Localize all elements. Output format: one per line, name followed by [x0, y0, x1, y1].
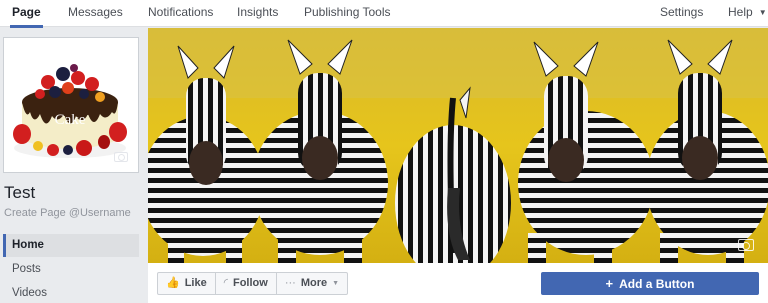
cover-photo[interactable] [148, 28, 768, 263]
zebra-cover-image [148, 28, 768, 263]
like-label: Like [184, 277, 207, 289]
sidebar-item-home[interactable]: Home [3, 234, 139, 257]
page-action-buttons: 👍 Like ◜ Follow ··· More ▼ [157, 272, 349, 295]
left-column: Cake Test Create Page @Username Home Pos… [0, 28, 148, 303]
follow-button[interactable]: ◜ Follow [214, 273, 276, 294]
cake-label: Cake [55, 112, 86, 128]
create-username-link[interactable]: Create Page @Username [4, 207, 131, 219]
settings-link[interactable]: Settings [660, 0, 703, 27]
help-menu[interactable]: Help ▼ [728, 0, 767, 27]
add-button-label: Add a Button [619, 277, 695, 291]
sidebar-item-posts[interactable]: Posts [3, 258, 139, 281]
cake-image: Cake [8, 42, 134, 168]
camera-icon[interactable] [738, 239, 754, 251]
tab-publishing-tools[interactable]: Publishing Tools [304, 0, 391, 27]
follow-label: Follow [232, 277, 268, 289]
tab-insights[interactable]: Insights [237, 0, 278, 27]
camera-icon[interactable] [114, 152, 128, 162]
page-name[interactable]: Test [4, 183, 35, 203]
more-button[interactable]: ··· More ▼ [275, 273, 347, 294]
like-button[interactable]: 👍 Like [158, 273, 215, 294]
page-top-nav: Page Messages Notifications Insights Pub… [0, 0, 768, 28]
rss-icon: ◜ [223, 277, 228, 289]
tab-notifications[interactable]: Notifications [148, 0, 213, 27]
page-action-bar: 👍 Like ◜ Follow ··· More ▼ + Add a Button [148, 263, 768, 303]
tab-page[interactable]: Page [10, 0, 43, 28]
tab-messages[interactable]: Messages [68, 0, 123, 27]
plus-icon: + [605, 276, 614, 291]
add-a-button[interactable]: + Add a Button [541, 272, 759, 295]
help-label: Help [728, 5, 753, 19]
caret-down-icon: ▼ [758, 8, 767, 17]
ellipsis-icon: ··· [284, 277, 296, 289]
profile-picture-frame[interactable]: Cake [3, 37, 139, 173]
more-label: More [300, 277, 328, 289]
thumbs-up-icon: 👍 [166, 277, 180, 289]
sidebar-item-videos[interactable]: Videos [3, 282, 139, 303]
caret-down-icon: ▼ [332, 280, 340, 287]
profile-picture: Cake [8, 42, 134, 168]
